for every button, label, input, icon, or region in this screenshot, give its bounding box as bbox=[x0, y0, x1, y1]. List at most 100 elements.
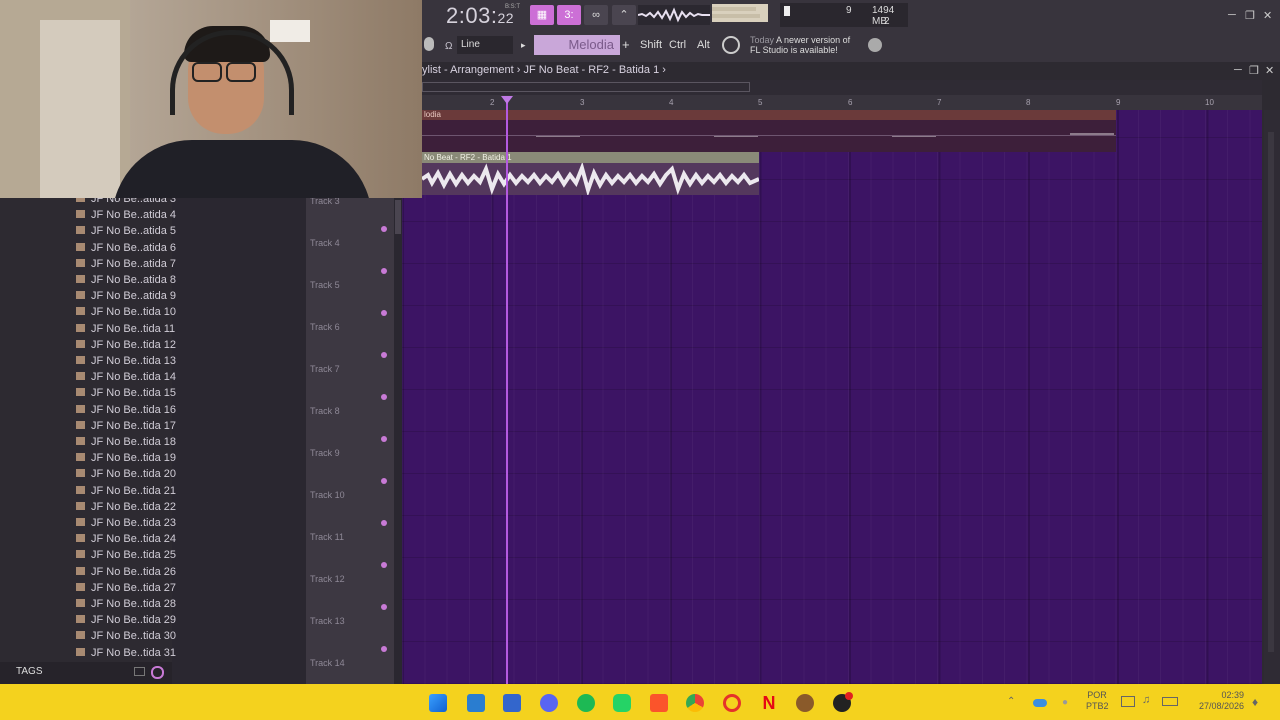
timeline-ruler[interactable] bbox=[422, 95, 1262, 110]
taskbar-clock[interactable]: 02:39 27/08/2026 bbox=[1180, 690, 1244, 712]
track-scrollbar[interactable] bbox=[394, 198, 402, 684]
microphone-icon[interactable] bbox=[424, 37, 434, 51]
browser-item[interactable]: JF No Be..tida 30 bbox=[76, 630, 176, 646]
browser-item[interactable]: JF No Be..tida 10 bbox=[76, 306, 176, 322]
track-enable-icon[interactable] bbox=[381, 520, 387, 526]
melodia-clip[interactable] bbox=[422, 120, 1116, 152]
browser-item[interactable]: JF No Be..tida 20 bbox=[76, 468, 176, 484]
alt-key[interactable]: Alt bbox=[697, 35, 710, 55]
playlist-minimize-icon[interactable]: ─ bbox=[1234, 64, 1242, 76]
opera-icon[interactable] bbox=[723, 694, 741, 712]
fl-studio-icon[interactable] bbox=[796, 694, 814, 712]
browser-item[interactable]: JF No Be..atida 9 bbox=[76, 290, 176, 306]
browser-item[interactable]: JF No Be..tida 27 bbox=[76, 582, 176, 598]
browser-item[interactable]: JF No Be..tida 24 bbox=[76, 533, 176, 549]
tray-icon[interactable]: ● bbox=[1062, 697, 1068, 708]
browser-item[interactable]: JF No Be..tida 21 bbox=[76, 485, 176, 501]
brave-icon[interactable] bbox=[650, 694, 668, 712]
track-header[interactable]: Track 7 bbox=[310, 364, 340, 374]
browser-item[interactable]: JF No Be..atida 7 bbox=[76, 258, 176, 274]
news-icon[interactable] bbox=[722, 36, 740, 54]
track-enable-icon[interactable] bbox=[381, 226, 387, 232]
display-icon[interactable] bbox=[1121, 696, 1135, 707]
browser-item[interactable]: JF No Be..tida 25 bbox=[76, 549, 176, 565]
audio-clip-header[interactable]: No Beat - RF2 - Batida 1 bbox=[422, 152, 759, 163]
track-enable-icon[interactable] bbox=[381, 604, 387, 610]
browser-item[interactable]: JF No Be..tida 18 bbox=[76, 436, 176, 452]
browser-item[interactable]: JF No Be..tida 29 bbox=[76, 614, 176, 630]
track-enable-icon[interactable] bbox=[381, 436, 387, 442]
track-header[interactable]: Track 10 bbox=[310, 490, 345, 500]
browser-item[interactable]: JF No Be..tida 13 bbox=[76, 355, 176, 371]
browser-item[interactable]: JF No Be..atida 8 bbox=[76, 274, 176, 290]
track-header[interactable]: Track 11 bbox=[310, 532, 344, 542]
browser-item[interactable]: JF No Be..tida 23 bbox=[76, 517, 176, 533]
ctrl-key[interactable]: Ctrl bbox=[669, 35, 686, 55]
language-indicator[interactable]: POR PTB2 bbox=[1086, 690, 1109, 712]
folder-icon[interactable] bbox=[134, 667, 145, 676]
overview-bar[interactable] bbox=[422, 80, 1262, 95]
shift-key[interactable]: Shift bbox=[640, 35, 662, 55]
track-enable-icon[interactable] bbox=[381, 562, 387, 568]
track-header[interactable]: Track 12 bbox=[310, 574, 345, 584]
volume-icon[interactable]: ♫ bbox=[1142, 694, 1150, 706]
play-arrow-icon[interactable]: ▸ bbox=[521, 40, 526, 51]
pattern-selector[interactable]: Melodia bbox=[534, 35, 620, 55]
restore-icon[interactable]: ❐ bbox=[1245, 9, 1255, 22]
playhead-marker[interactable] bbox=[501, 96, 513, 104]
search-icon[interactable] bbox=[151, 666, 164, 679]
playhead[interactable] bbox=[506, 100, 508, 684]
browser-item[interactable]: JF No Be..atida 6 bbox=[76, 242, 176, 258]
vertical-scrollbar[interactable] bbox=[1264, 110, 1280, 684]
browser-item[interactable]: JF No Be..tida 22 bbox=[76, 501, 176, 517]
browser-item[interactable]: JF No Be..tida 15 bbox=[76, 387, 176, 403]
track-enable-icon[interactable] bbox=[381, 310, 387, 316]
melodia-clip-header[interactable]: lodia bbox=[422, 110, 1116, 120]
arrangement-grid[interactable] bbox=[402, 110, 1262, 684]
browser-item[interactable]: JF No Be..atida 4 bbox=[76, 209, 176, 225]
track-header[interactable]: Track 4 bbox=[310, 238, 340, 248]
browser-item[interactable]: JF No Be..atida 5 bbox=[76, 225, 176, 241]
track-enable-icon[interactable] bbox=[381, 478, 387, 484]
playlist-close-icon[interactable]: ✕ bbox=[1265, 64, 1274, 77]
chrome-icon[interactable] bbox=[686, 694, 704, 712]
browser-item[interactable]: JF No Be..tida 16 bbox=[76, 404, 176, 420]
audio-clip[interactable] bbox=[422, 163, 759, 195]
track-enable-icon[interactable] bbox=[381, 268, 387, 274]
step-edit-button[interactable]: ▦ bbox=[530, 5, 554, 25]
minimize-icon[interactable]: ─ bbox=[1228, 9, 1236, 21]
tray-chevron-icon[interactable]: ⌃ bbox=[1007, 696, 1015, 707]
online-icon[interactable] bbox=[868, 38, 882, 52]
browser-item[interactable]: JF No Be..tida 14 bbox=[76, 371, 176, 387]
track-header[interactable]: Track 5 bbox=[310, 280, 340, 290]
close-icon[interactable]: ✕ bbox=[1263, 9, 1272, 22]
vscode-icon[interactable] bbox=[467, 694, 485, 712]
onedrive-icon[interactable] bbox=[1033, 699, 1047, 707]
browser-item[interactable]: JF No Be..tida 19 bbox=[76, 452, 176, 468]
pitch-icon[interactable]: ⌃ bbox=[612, 5, 636, 25]
track-enable-icon[interactable] bbox=[381, 352, 387, 358]
track-enable-icon[interactable] bbox=[381, 646, 387, 652]
headphones-icon[interactable]: Ω bbox=[445, 41, 452, 52]
whatsapp-icon[interactable] bbox=[613, 694, 631, 712]
track-enable-icon[interactable] bbox=[381, 394, 387, 400]
playlist-restore-icon[interactable]: ❐ bbox=[1249, 64, 1259, 77]
browser-item[interactable]: JF No Be..tida 28 bbox=[76, 598, 176, 614]
windows-start-icon[interactable] bbox=[429, 694, 447, 712]
track-header[interactable]: Track 14 bbox=[310, 658, 345, 668]
browser-item[interactable]: JF No Be..tida 12 bbox=[76, 339, 176, 355]
snap-select[interactable]: Line bbox=[457, 36, 513, 54]
track-header[interactable]: Track 9 bbox=[310, 448, 340, 458]
battery-icon[interactable] bbox=[1162, 697, 1178, 706]
countdown-button[interactable]: ∞ bbox=[584, 5, 608, 25]
song-position[interactable]: 2:03:22 bbox=[446, 3, 514, 29]
notification-icon[interactable]: ♦ bbox=[1252, 695, 1258, 709]
track-header[interactable]: Track 6 bbox=[310, 322, 340, 332]
browser-item[interactable]: JF No Be..tida 26 bbox=[76, 566, 176, 582]
metronome-button[interactable]: 3: bbox=[557, 5, 581, 25]
discord-icon[interactable] bbox=[540, 694, 558, 712]
track-header[interactable]: Track 8 bbox=[310, 406, 340, 416]
app-icon[interactable] bbox=[503, 694, 521, 712]
browser-item[interactable]: JF No Be..tida 11 bbox=[76, 323, 175, 339]
browser-item[interactable]: JF No Be..tida 31 bbox=[76, 647, 176, 663]
